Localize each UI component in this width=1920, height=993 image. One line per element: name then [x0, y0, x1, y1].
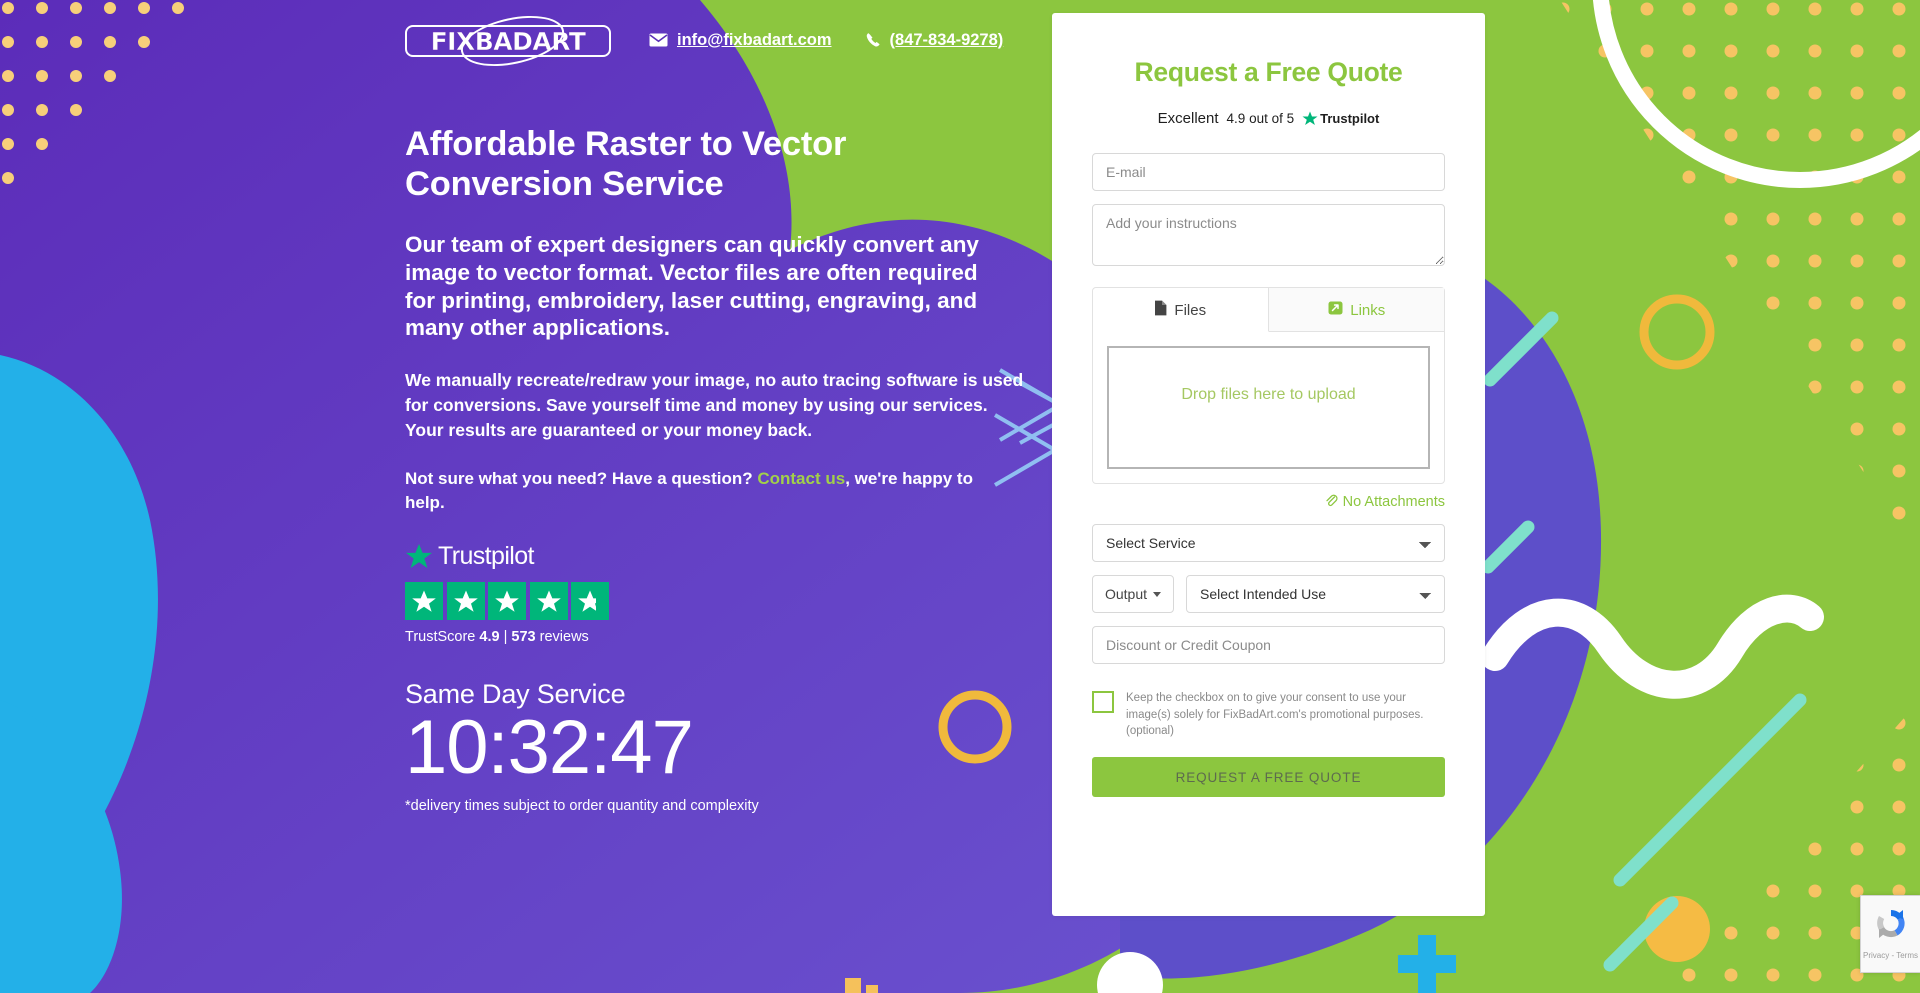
- rating-word: Excellent: [1157, 110, 1219, 127]
- phone-icon: [866, 32, 881, 48]
- star-3-icon: [488, 582, 526, 621]
- countdown-block: Same Day Service 10:32:47 *delivery time…: [405, 679, 1045, 814]
- hero-lead-paragraph: Our team of expert designers can quickly…: [405, 231, 979, 341]
- page-root: FIXBADART info@fixbadart.com (847-834-92…: [0, 0, 1920, 993]
- contact-us-link[interactable]: Contact us: [757, 469, 845, 488]
- reviews-count: 573: [511, 629, 536, 646]
- help-prefix: Not sure what you need? Have a question?: [405, 468, 758, 488]
- trustpilot-mini-brand: Trustpilot: [1302, 111, 1379, 126]
- tab-files-label: Files: [1174, 301, 1207, 319]
- dropzone-label: Drop files here to upload: [1181, 386, 1356, 403]
- site-header: FIXBADART info@fixbadart.com (847-834-92…: [0, 0, 1100, 80]
- service-select[interactable]: Select Service: [1092, 524, 1445, 562]
- countdown-note: *delivery times subject to order quantit…: [405, 797, 759, 814]
- instructions-field[interactable]: [1092, 204, 1445, 266]
- page-title: Affordable Raster to Vector Conversion S…: [405, 125, 847, 204]
- email-text: info@fixbadart.com: [677, 30, 832, 49]
- intended-use-select[interactable]: Select Intended Use: [1186, 575, 1445, 613]
- trustpilot-star-icon: [1302, 111, 1318, 125]
- email-link[interactable]: info@fixbadart.com: [649, 31, 832, 50]
- trustpilot-stars: [405, 582, 1045, 621]
- upload-panel: Files Links Drop files here to upload: [1092, 287, 1445, 484]
- rating-value: 4.9 out of 5: [1226, 111, 1295, 126]
- tab-links-label: Links: [1350, 301, 1386, 319]
- phone-text: (847-834-9278): [889, 30, 1004, 49]
- trustpilot-widget[interactable]: Trustpilot TrustScore 4.9 | 573 reviews: [405, 542, 1045, 645]
- attachments-status[interactable]: No Attachments: [1092, 493, 1445, 511]
- recaptcha-badge[interactable]: Privacy - Terms: [1860, 895, 1920, 973]
- recaptcha-icon: [1873, 906, 1909, 947]
- star-2-icon: [446, 582, 485, 621]
- consent-text: Keep the checkbox on to give your consen…: [1126, 692, 1424, 738]
- output-button[interactable]: Output: [1092, 575, 1174, 613]
- link-image-icon: [1328, 301, 1343, 319]
- output-row: Output Select Intended Use: [1092, 575, 1445, 613]
- attachments-label: No Attachments: [1342, 494, 1445, 510]
- trustscore-value: 4.9: [479, 629, 500, 646]
- form-title: Request a Free Quote: [1134, 57, 1403, 87]
- star-1-icon: [405, 582, 443, 621]
- star-5-icon: [571, 582, 609, 621]
- chevron-down-icon: [1153, 591, 1162, 597]
- trustpilot-score-line: TrustScore 4.9 | 573 reviews: [405, 629, 1045, 645]
- paperclip-icon: [1324, 493, 1338, 511]
- coupon-field[interactable]: [1092, 626, 1445, 664]
- upload-tabs: Files Links: [1093, 288, 1444, 332]
- hero-help-paragraph: Not sure what you need? Have a question?…: [405, 467, 985, 516]
- logo-text: FIXBADART: [430, 26, 586, 56]
- trustpilot-brand: Trustpilot: [405, 542, 1045, 571]
- tab-files[interactable]: Files: [1093, 288, 1269, 332]
- output-label: Output: [1104, 586, 1148, 602]
- site-logo[interactable]: FIXBADART: [405, 7, 615, 75]
- hero-body-paragraph: We manually recreate/redraw your image, …: [405, 370, 1024, 440]
- file-dropzone[interactable]: Drop files here to upload: [1107, 346, 1430, 469]
- trustpilot-star-icon: [406, 544, 432, 569]
- recaptcha-text: Privacy - Terms: [1863, 951, 1918, 960]
- file-icon: [1154, 300, 1167, 320]
- score-separator: |: [503, 629, 508, 646]
- trustpilot-mini-rating[interactable]: Excellent 4.9 out of 5 Trustpilot: [1092, 110, 1445, 127]
- envelope-icon: [649, 33, 668, 47]
- star-4-icon: [529, 582, 568, 621]
- email-field[interactable]: [1092, 153, 1445, 191]
- consent-row: Keep the checkbox on to give your consen…: [1092, 690, 1445, 740]
- logo-frame: FIXBADART: [405, 25, 611, 57]
- countdown-timer: 10:32:47: [405, 705, 694, 791]
- trustscore-label: TrustScore: [405, 629, 476, 646]
- phone-link[interactable]: (847-834-9278): [866, 30, 1004, 50]
- tab-links[interactable]: Links: [1268, 288, 1444, 331]
- quote-form-card: Request a Free Quote Excellent 4.9 out o…: [1052, 13, 1485, 916]
- reviews-label: reviews: [539, 629, 589, 646]
- consent-checkbox[interactable]: [1092, 691, 1114, 713]
- submit-button[interactable]: REQUEST A FREE QUOTE: [1092, 757, 1445, 798]
- trustpilot-mini-brand-name: Trustpilot: [1320, 111, 1380, 126]
- trustpilot-brand-name: Trustpilot: [438, 542, 534, 571]
- hero-content: Affordable Raster to Vector Conversion S…: [405, 124, 1045, 814]
